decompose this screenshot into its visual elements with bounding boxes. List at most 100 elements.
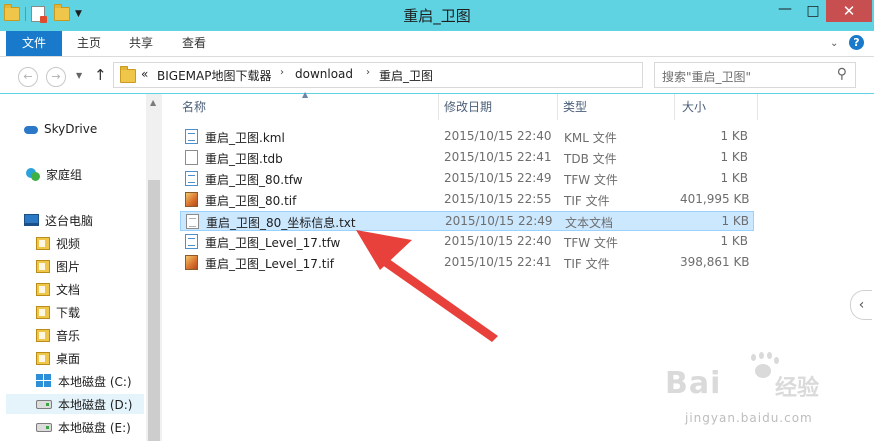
column-header-date[interactable]: 修改日期 bbox=[444, 98, 492, 115]
file-type: KML 文件 bbox=[564, 131, 617, 145]
nav-item-drive-e[interactable]: 本地磁盘 (E:) bbox=[36, 417, 131, 437]
up-button[interactable]: ↑ bbox=[94, 66, 107, 84]
pictures-library-icon bbox=[36, 259, 50, 273]
help-icon[interactable]: ? bbox=[849, 35, 864, 50]
column-divider[interactable] bbox=[674, 94, 675, 120]
breadcrumb-separator-icon[interactable]: › bbox=[280, 67, 284, 78]
title-bar: ▼ 重启_卫图 — □ ✕ bbox=[0, 0, 874, 31]
file-name: 重启_卫图_80.tfw bbox=[205, 173, 303, 187]
file-size: 1 KB bbox=[720, 150, 748, 164]
column-divider[interactable] bbox=[438, 94, 439, 120]
tif-file-icon bbox=[185, 255, 198, 270]
breadcrumb-bigemap[interactable]: BIGEMAP地图下载器 bbox=[157, 67, 271, 84]
nav-item-music[interactable]: 音乐 bbox=[36, 325, 80, 345]
nav-item-desktop[interactable]: 桌面 bbox=[36, 348, 80, 368]
explorer-window: ▼ 重启_卫图 — □ ✕ 文件 主页 共享 查看 ⌄ ? ← → ▼ ↑ « … bbox=[0, 0, 874, 441]
file-type: TDB 文件 bbox=[564, 152, 617, 166]
file-row[interactable]: 重启_卫图.kml 2015/10/15 22:40 KML 文件 1 KB bbox=[180, 127, 754, 147]
file-type: TIF 文件 bbox=[564, 257, 610, 271]
file-date: 2015/10/15 22:55 bbox=[444, 192, 552, 206]
file-name: 重启_卫图_Level_17.tif bbox=[205, 257, 335, 271]
nav-item-label: 家庭组 bbox=[46, 167, 83, 182]
nav-item-skydrive[interactable]: SkyDrive bbox=[24, 119, 97, 139]
column-divider[interactable] bbox=[757, 94, 758, 120]
file-type: TFW 文件 bbox=[564, 173, 618, 187]
downloads-library-icon bbox=[36, 305, 50, 319]
nav-item-label: 本地磁盘 (C:) bbox=[58, 374, 132, 389]
breadcrumb-separator-icon[interactable]: › bbox=[366, 67, 370, 78]
tab-home[interactable]: 主页 bbox=[68, 31, 110, 56]
nav-item-drive-c[interactable]: 本地磁盘 (C:) bbox=[36, 371, 132, 391]
window-title: 重启_卫图 bbox=[403, 7, 471, 25]
expand-ribbon-chevron-icon[interactable]: ⌄ bbox=[830, 38, 838, 49]
nav-item-label: 本地磁盘 (D:) bbox=[58, 397, 133, 412]
back-button[interactable]: ← bbox=[18, 67, 38, 87]
minimize-button[interactable]: — bbox=[772, 0, 798, 20]
tab-file[interactable]: 文件 bbox=[6, 31, 62, 56]
file-date: 2015/10/15 22:49 bbox=[444, 171, 552, 185]
skydrive-icon bbox=[24, 124, 38, 134]
nav-item-drive-d[interactable]: 本地磁盘 (D:) bbox=[6, 394, 144, 414]
column-header-type[interactable]: 类型 bbox=[563, 98, 587, 115]
file-size: 1 KB bbox=[720, 171, 748, 185]
nav-item-label: 本地磁盘 (E:) bbox=[58, 420, 131, 435]
breadcrumb-overflow[interactable]: « bbox=[141, 67, 148, 81]
drive-icon bbox=[36, 422, 52, 432]
nav-item-documents[interactable]: 文档 bbox=[36, 279, 80, 299]
music-library-icon bbox=[36, 328, 50, 342]
file-row[interactable]: 重启_卫图.tdb 2015/10/15 22:41 TDB 文件 1 KB bbox=[180, 148, 754, 168]
nav-item-label: 桌面 bbox=[56, 351, 81, 366]
nav-item-label: 视频 bbox=[56, 236, 81, 251]
search-icon[interactable]: ⚲ bbox=[837, 66, 847, 82]
scroll-up-arrow-icon[interactable]: ▲ bbox=[150, 98, 156, 107]
file-name: 重启_卫图_80_坐标信息.txt bbox=[206, 216, 356, 230]
nav-item-homegroup[interactable]: 家庭组 bbox=[24, 164, 82, 184]
tfw-file-icon bbox=[185, 171, 198, 186]
tab-view[interactable]: 查看 bbox=[172, 31, 216, 56]
file-date: 2015/10/15 22:40 bbox=[444, 129, 552, 143]
scrollbar-thumb[interactable] bbox=[148, 180, 160, 441]
watermark-url: jingyan.baidu.com bbox=[685, 411, 813, 425]
breadcrumb-current[interactable]: 重启_卫图 bbox=[379, 67, 433, 84]
file-name: 重启_卫图.tdb bbox=[205, 152, 283, 166]
breadcrumb-download[interactable]: download bbox=[295, 67, 353, 81]
nav-item-label: SkyDrive bbox=[44, 122, 98, 136]
maximize-button[interactable]: □ bbox=[800, 0, 826, 22]
file-type: 文本文档 bbox=[565, 216, 614, 230]
file-date: 2015/10/15 22:41 bbox=[444, 150, 552, 164]
nav-item-pictures[interactable]: 图片 bbox=[36, 256, 80, 276]
column-header-name[interactable]: 名称 bbox=[182, 98, 206, 115]
nav-item-videos[interactable]: 视频 bbox=[36, 233, 80, 253]
details-pane-toggle[interactable]: ‹ bbox=[850, 290, 872, 320]
file-size: 1 KB bbox=[720, 234, 748, 248]
column-divider[interactable] bbox=[557, 94, 558, 120]
file-type: TFW 文件 bbox=[564, 236, 618, 250]
file-size: 401,995 KB bbox=[680, 192, 750, 206]
column-header-size[interactable]: 大小 bbox=[682, 98, 706, 115]
tfw-file-icon bbox=[185, 234, 198, 249]
drive-icon bbox=[36, 399, 52, 409]
computer-icon bbox=[24, 214, 39, 226]
nav-item-this-pc[interactable]: 这台电脑 bbox=[24, 210, 93, 230]
file-name: 重启_卫图.kml bbox=[205, 131, 285, 145]
search-input[interactable]: 搜索"重启_卫图" ⚲ bbox=[654, 62, 856, 88]
file-row[interactable]: 重启_卫图_80.tfw 2015/10/15 22:49 TFW 文件 1 K… bbox=[180, 169, 754, 189]
file-name: 重启_卫图_Level_17.tfw bbox=[205, 236, 341, 250]
forward-button[interactable]: → bbox=[46, 67, 66, 87]
watermark-logo: Bai bbox=[665, 366, 722, 401]
videos-library-icon bbox=[36, 236, 50, 250]
recent-locations-chevron-icon[interactable]: ▼ bbox=[76, 71, 82, 80]
nav-item-downloads[interactable]: 下载 bbox=[36, 302, 80, 322]
file-row[interactable]: 重启_卫图_80.tif 2015/10/15 22:55 TIF 文件 401… bbox=[180, 190, 754, 210]
desktop-folder-icon bbox=[36, 351, 50, 365]
nav-item-label: 文档 bbox=[56, 282, 81, 297]
navigation-scrollbar[interactable]: ▲ bbox=[146, 94, 162, 441]
homegroup-icon bbox=[24, 167, 40, 181]
address-bar[interactable]: « BIGEMAP地图下载器 › download › 重启_卫图 ▼ ⟳ bbox=[113, 62, 746, 88]
tif-file-icon bbox=[185, 192, 198, 207]
search-placeholder: 搜索"重启_卫图" bbox=[662, 70, 752, 84]
close-button[interactable]: ✕ bbox=[826, 0, 872, 22]
file-size: 398,861 KB bbox=[680, 255, 750, 269]
tdb-file-icon bbox=[185, 150, 198, 165]
tab-share[interactable]: 共享 bbox=[120, 31, 162, 56]
